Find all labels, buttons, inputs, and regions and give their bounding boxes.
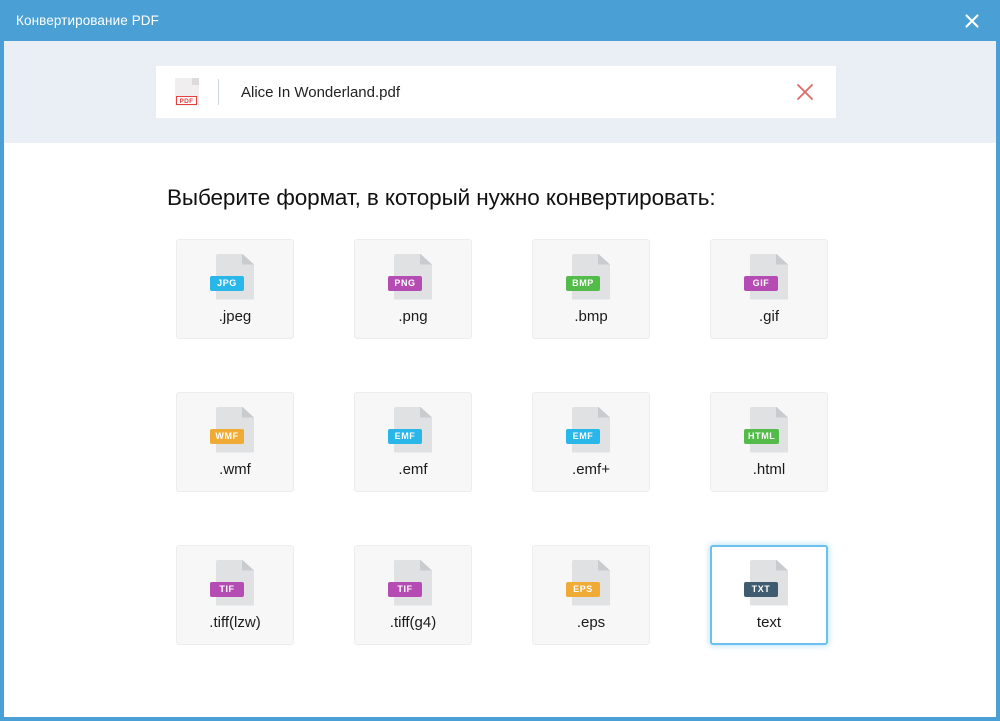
file-fold-corner: [242, 406, 254, 418]
window-title: Конвертирование PDF: [16, 13, 159, 28]
file-name-label: Alice In Wonderland.pdf: [241, 83, 400, 101]
format-tile-label: .html: [752, 460, 786, 478]
format-badge: WMF: [210, 428, 244, 444]
format-tile-png[interactable]: PNG .png: [354, 239, 472, 339]
pdf-icon-glyph: : [175, 80, 199, 95]
format-tile-label: text: [756, 613, 782, 631]
format-tile-eps[interactable]: EPS .eps: [532, 545, 650, 645]
format-badge: TIF: [210, 581, 244, 597]
file-fold-corner: [598, 559, 610, 571]
page-title: Выберите формат, в который нужно конверт…: [167, 185, 716, 210]
format-tile-emf[interactable]: EMF .emf: [354, 392, 472, 492]
format-tile-wmf[interactable]: WMF .wmf: [176, 392, 294, 492]
selected-file-band:  PDF Alice In Wonderland.pdf: [4, 41, 996, 143]
window-titlebar: Конвертирование PDF: [0, 0, 1000, 41]
file-fold-corner: [776, 559, 788, 571]
file-fold-corner: [776, 406, 788, 418]
format-badge: HTML: [744, 428, 780, 444]
format-badge: EPS: [566, 581, 600, 597]
format-badge: TXT: [744, 581, 778, 597]
format-tile-label: .eps: [576, 613, 606, 631]
close-icon: [965, 13, 979, 28]
file-wmf-icon: WMF: [210, 406, 254, 453]
pdf-icon-label: PDF: [176, 96, 197, 105]
file-txt-icon: TXT: [744, 559, 788, 606]
format-tile-jpeg[interactable]: JPG .jpeg: [176, 239, 294, 339]
file-icon-cell:  PDF: [156, 78, 218, 106]
format-tile-gif[interactable]: GIF .gif: [710, 239, 828, 339]
close-icon: [797, 84, 813, 100]
format-badge: PNG: [388, 275, 422, 291]
format-tile-text[interactable]: TXT text: [710, 545, 828, 645]
file-fold-corner: [776, 253, 788, 265]
main-content: Выберите формат, в который нужно конверт…: [4, 143, 996, 717]
format-badge: EMF: [388, 428, 422, 444]
format-tile-label: .png: [398, 307, 428, 325]
format-tile-label: .tiff(lzw): [209, 613, 261, 631]
format-tile-label: .wmf: [219, 460, 251, 478]
file-fold-corner: [598, 253, 610, 265]
format-grid: JPG .jpeg PNG .png BMP .bmp GIF .gif WMF .wmf EMF.…: [156, 239, 996, 645]
file-jpg-icon: JPG: [210, 253, 254, 300]
format-tile-label: .emf+: [572, 460, 610, 478]
file-emf-icon: EMF: [388, 406, 432, 453]
pdf-file-icon:  PDF: [175, 78, 199, 106]
format-tile-label: .jpeg: [218, 307, 252, 325]
file-fold-corner: [420, 406, 432, 418]
remove-file-button[interactable]: [774, 80, 836, 104]
file-tiff-g4-icon: TIF: [388, 559, 432, 606]
format-tile-label: .gif: [758, 307, 779, 325]
format-tile-emf+[interactable]: EMF .emf+: [532, 392, 650, 492]
format-tile-html[interactable]: HTML .html: [710, 392, 828, 492]
format-tile-label: .tiff(g4): [389, 613, 437, 631]
format-tile-label: .emf: [398, 460, 428, 478]
file-gif-icon: GIF: [744, 253, 788, 300]
format-badge: BMP: [566, 275, 600, 291]
selected-file-row[interactable]:  PDF Alice In Wonderland.pdf: [156, 66, 836, 118]
format-badge: EMF: [566, 428, 600, 444]
format-tile-tiff-lzw[interactable]: TIF .tiff(lzw): [176, 545, 294, 645]
format-badge: JPG: [210, 275, 244, 291]
file-emfplus-icon: EMF: [566, 406, 610, 453]
file-html-icon: HTML: [744, 406, 788, 453]
file-fold-corner: [242, 559, 254, 571]
format-badge: TIF: [388, 581, 422, 597]
format-tile-tiff-g4[interactable]: TIF .tiff(g4): [354, 545, 472, 645]
format-tile-bmp[interactable]: BMP .bmp: [532, 239, 650, 339]
convert-pdf-window: Конвертирование PDF  PDF Alice In Wonde…: [0, 0, 1000, 721]
file-eps-icon: EPS: [566, 559, 610, 606]
file-fold-corner: [598, 406, 610, 418]
close-window-button[interactable]: [944, 0, 1000, 41]
file-fold-corner: [242, 253, 254, 265]
format-tile-label: .bmp: [574, 307, 608, 325]
file-fold-corner: [420, 253, 432, 265]
file-tiff-lzw-icon: TIF: [210, 559, 254, 606]
file-bmp-icon: BMP: [566, 253, 610, 300]
file-fold-corner: [420, 559, 432, 571]
file-png-icon: PNG: [388, 253, 432, 300]
format-badge: GIF: [744, 275, 778, 291]
